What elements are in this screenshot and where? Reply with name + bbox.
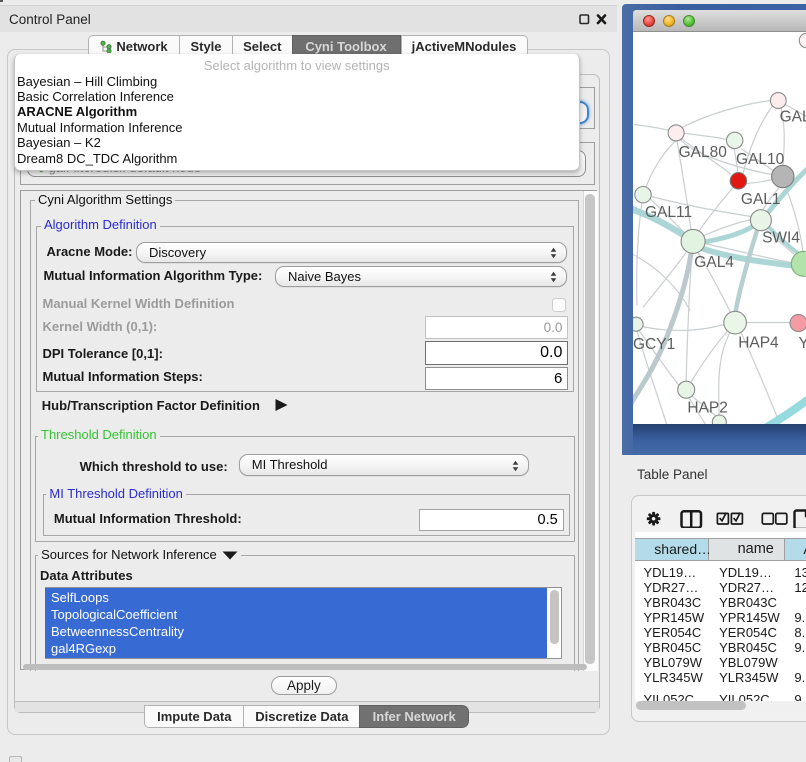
svg-text:HAP2: HAP2 [687, 399, 728, 416]
svg-text:HAP4: HAP4 [738, 334, 779, 351]
svg-text:GAL1: GAL1 [741, 191, 781, 208]
svg-text:SWI4: SWI4 [762, 229, 800, 246]
svg-text:GCY1: GCY1 [633, 336, 675, 353]
svg-text:GAL4: GAL4 [694, 254, 734, 271]
svg-text:GAL11: GAL11 [645, 204, 692, 221]
svg-text:GAL: GAL [780, 108, 806, 125]
svg-text:GAL80: GAL80 [679, 144, 728, 161]
svg-text:GAL10: GAL10 [736, 151, 785, 168]
svg-text:Y: Y [799, 335, 806, 352]
